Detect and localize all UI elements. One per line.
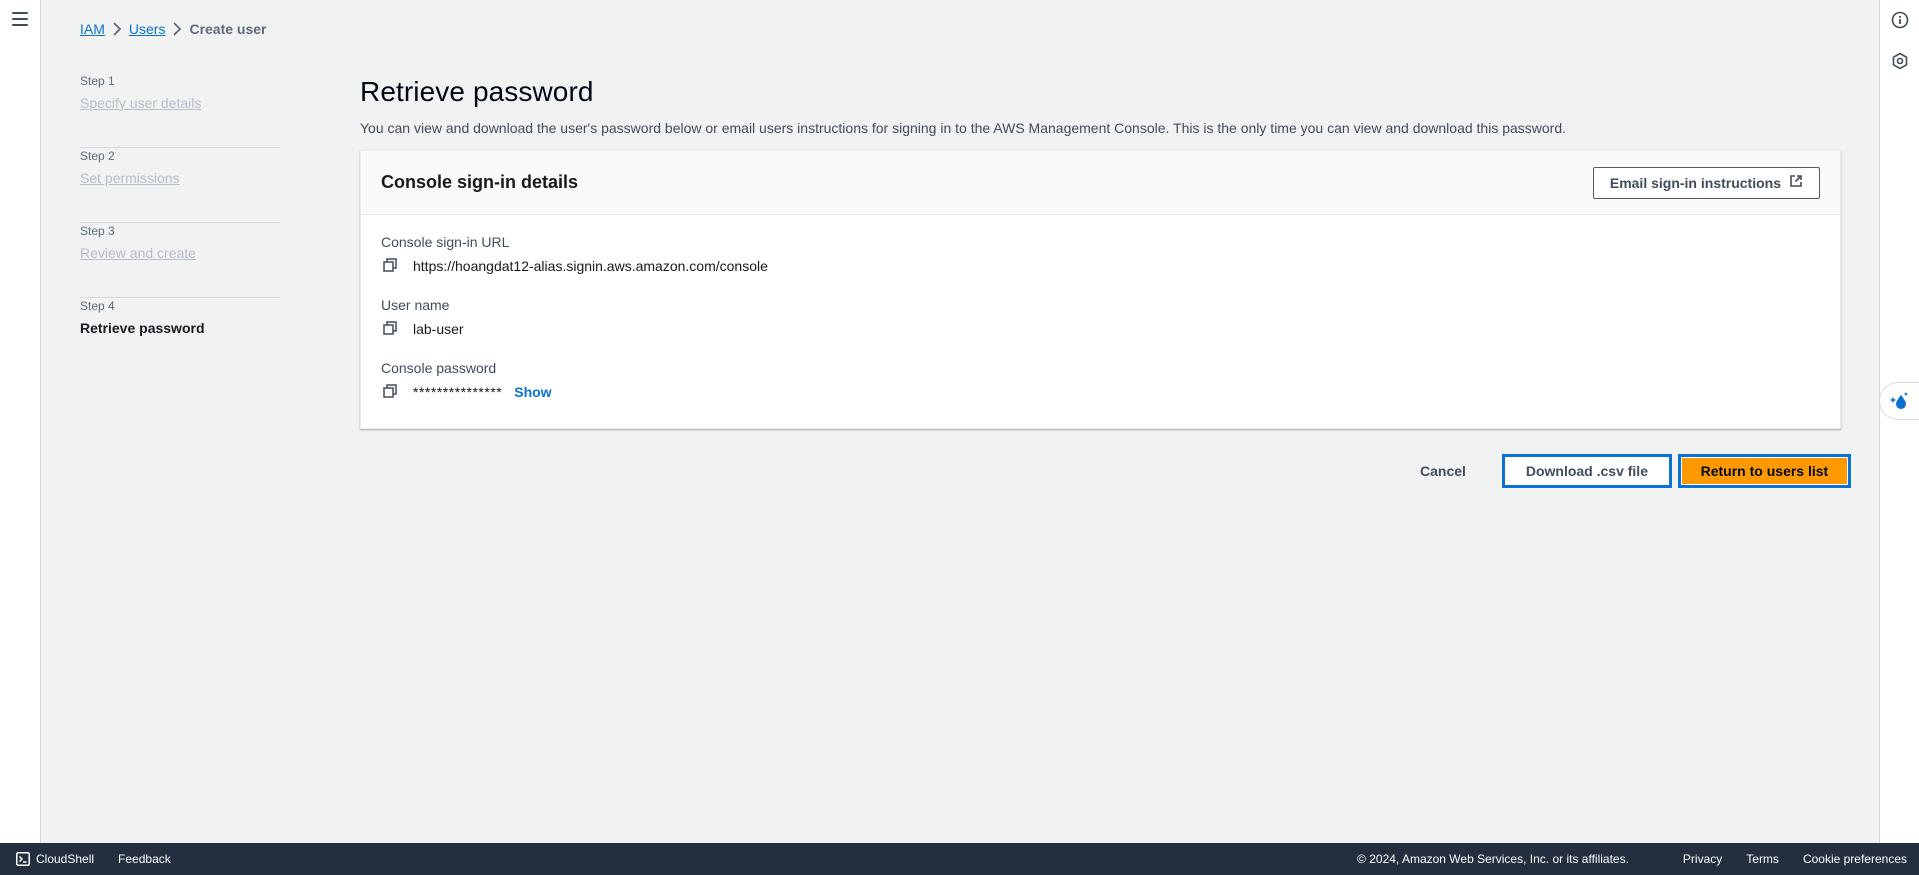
terms-link[interactable]: Terms xyxy=(1746,852,1779,866)
return-to-users-list-button[interactable]: Return to users list xyxy=(1677,454,1851,488)
step-number: Step 3 xyxy=(80,224,115,238)
cloudshell-label: CloudShell xyxy=(36,852,95,866)
field-label: Console password xyxy=(381,360,497,376)
main-content: Retrieve password You can view and downl… xyxy=(360,75,1841,429)
console-footer: CloudShell Feedback © 2024, Amazon Web S… xyxy=(0,843,1919,875)
wizard-step-4: Step 4 Retrieve password xyxy=(80,298,280,373)
wizard-step-2: Step 2 Set permissions xyxy=(80,148,280,223)
field-label: User name xyxy=(381,297,450,313)
step-link-review-and-create[interactable]: Review and create xyxy=(80,244,280,262)
card-title: Console sign-in details xyxy=(381,172,579,192)
console-password-field: Console password *************** Show xyxy=(381,359,1820,401)
copy-icon[interactable] xyxy=(383,321,399,337)
breadcrumb-iam-link[interactable]: IAM xyxy=(80,21,105,37)
wizard-step-1: Step 1 Specify user details xyxy=(80,73,280,148)
field-value-row: lab-user xyxy=(381,320,1820,338)
feedback-link[interactable]: Feedback xyxy=(118,852,171,866)
wizard-steps: Step 1 Specify user details Step 2 Set p… xyxy=(80,73,280,373)
copyright-text: © 2024, Amazon Web Services, Inc. or its… xyxy=(1357,852,1629,866)
sign-in-url-field: Console sign-in URL https://hoangdat12-a… xyxy=(381,233,1820,275)
breadcrumb: IAM Users Create user xyxy=(80,21,267,37)
card-header: Console sign-in details Email sign-in in… xyxy=(361,151,1840,215)
field-value-row: https://hoangdat12-alias.signin.aws.amaz… xyxy=(381,257,1820,275)
droplet-sparkle-icon[interactable] xyxy=(1879,382,1919,420)
step-link-specify-user-details[interactable]: Specify user details xyxy=(80,94,280,112)
hexagon-settings-icon[interactable] xyxy=(1891,52,1909,70)
page-description: You can view and download the user's pas… xyxy=(360,120,1567,136)
copy-icon[interactable] xyxy=(383,258,399,274)
step-number: Step 2 xyxy=(80,149,115,163)
field-value-row: *************** Show xyxy=(381,383,1820,401)
external-link-icon xyxy=(1789,174,1803,191)
step-number: Step 4 xyxy=(80,299,115,313)
field-label: Console sign-in URL xyxy=(381,234,510,250)
sign-in-url-value: https://hoangdat12-alias.signin.aws.amaz… xyxy=(413,258,768,274)
password-masked-value: *************** xyxy=(413,384,503,400)
breadcrumb-current: Create user xyxy=(189,21,267,37)
show-password-link[interactable]: Show xyxy=(514,383,551,401)
chevron-right-icon xyxy=(165,22,189,36)
right-tools-strip xyxy=(1879,0,1919,843)
card-body: Console sign-in URL https://hoangdat12-a… xyxy=(361,215,1840,401)
info-icon[interactable] xyxy=(1891,11,1909,29)
cancel-button[interactable]: Cancel xyxy=(1400,454,1486,488)
download-csv-button[interactable]: Download .csv file xyxy=(1501,454,1672,488)
cloudshell-icon xyxy=(16,852,30,866)
user-name-value: lab-user xyxy=(413,321,464,337)
breadcrumb-users-link[interactable]: Users xyxy=(129,21,166,37)
console-sign-in-card: Console sign-in details Email sign-in in… xyxy=(360,150,1841,429)
email-button-label: Email sign-in instructions xyxy=(1609,174,1781,191)
privacy-link[interactable]: Privacy xyxy=(1683,852,1722,866)
copy-icon[interactable] xyxy=(383,384,399,400)
step-link-set-permissions[interactable]: Set permissions xyxy=(80,169,280,187)
cookie-preferences-link[interactable]: Cookie preferences xyxy=(1803,852,1907,866)
chevron-right-icon xyxy=(105,22,129,36)
page-title: Retrieve password xyxy=(360,76,594,107)
form-actions: Cancel Download .csv file Return to user… xyxy=(1400,454,1851,488)
left-nav-strip xyxy=(0,0,41,843)
step-current-retrieve-password: Retrieve password xyxy=(80,320,205,336)
hamburger-menu-icon[interactable] xyxy=(12,12,28,26)
email-sign-in-instructions-button[interactable]: Email sign-in instructions xyxy=(1592,166,1820,199)
step-number: Step 1 xyxy=(80,74,115,88)
user-name-field: User name lab-user xyxy=(381,296,1820,338)
cloudshell-button[interactable]: CloudShell xyxy=(16,852,94,866)
wizard-step-3: Step 3 Review and create xyxy=(80,223,280,298)
